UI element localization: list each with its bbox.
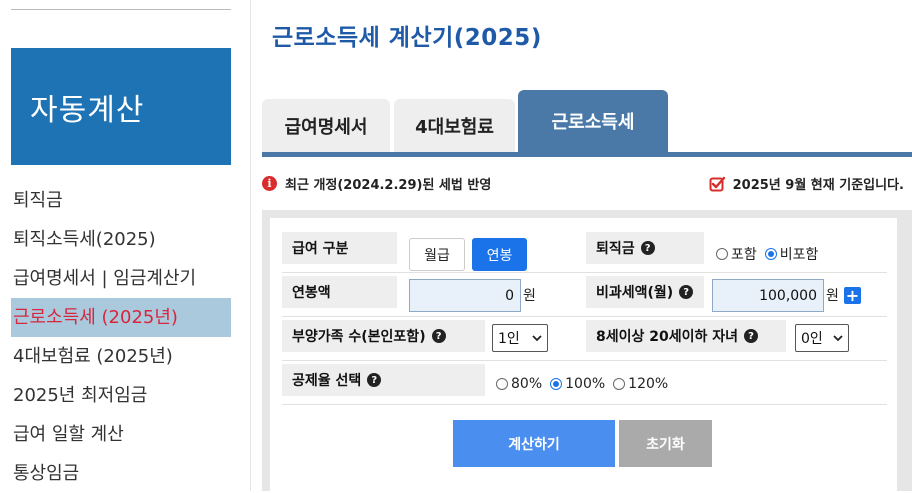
deduction-rate-label-text: 공제율 선택 [292,373,362,389]
main-content: 근로소득세 계산기(2025) 급여명세서 4대보험료 근로소득세 i 최근 개… [262,0,912,491]
sidebar-divider [11,9,231,10]
notice-left: i 최근 개정(2024.2.29)된 세법 반영 [262,174,491,193]
tab-underline [262,152,912,157]
nontaxable-label: 비과세액(월) ? [586,276,704,308]
chevron-down-icon [833,335,843,342]
dependents-select[interactable]: 1인 [492,324,548,352]
radio-icon[interactable] [496,378,508,390]
add-icon[interactable]: + [844,287,861,304]
form-row-deduction: 공제율 선택 ? 80% 100% 120% [282,362,887,405]
nontaxable-label-text: 비과세액(월) [596,285,674,301]
calculator-form: 급여 구분 월급 연봉 퇴직금 ? 포함 비포함 연봉액 0 원 비과세액(월)… [270,218,897,491]
help-icon[interactable]: ? [640,241,655,255]
sidebar-item-income-tax[interactable]: 근로소득세 (2025년) [11,298,231,337]
sidebar-item-daily-pay[interactable]: 급여 일할 계산 [11,415,231,454]
annual-salary-input[interactable] [409,279,521,312]
radio-icon[interactable] [716,248,728,260]
severance-exclude-label: 비포함 [779,247,819,263]
severance-options: 포함 비포함 [716,244,826,264]
rate-80-option[interactable]: 80% [496,376,542,392]
severance-label: 퇴직금 ? [586,232,704,264]
sidebar-item-min-wage[interactable]: 2025년 최저임금 [11,376,231,415]
rate-100-option[interactable]: 100% [550,376,605,392]
annual-button[interactable]: 연봉 [472,238,527,271]
form-row-salary: 연봉액 원 비과세액(월) ? 원 + [282,274,887,317]
sidebar-brand-label: 자동계산 [30,92,145,128]
deduction-rate-label: 공제율 선택 ? [282,364,485,396]
children-select-value: 0인 [801,331,823,347]
chevron-down-icon [532,335,542,342]
help-icon[interactable]: ? [367,373,382,387]
help-icon[interactable]: ? [744,329,759,343]
monthly-button[interactable]: 월급 [409,238,465,271]
tab-income-tax[interactable]: 근로소득세 [518,90,668,152]
children-label-text: 8세이상 20세이하 자녀 [596,329,739,345]
sidebar-item-insurance[interactable]: 4대보험료 (2025년) [11,337,231,376]
sidebar-brand[interactable]: 자동계산 [11,48,231,165]
sidebar-item-ordinary-wage[interactable]: 통상임금 [11,454,231,493]
deduction-rate-options: 80% 100% 120% [496,376,676,392]
notice-right: 2025년 9월 현재 기준입니다. [709,174,904,193]
form-row-family: 부양가족 수(본인포함) ? 1인 8세이상 20세이하 자녀 ? 0인 [282,318,887,361]
annual-salary-label: 연봉액 [282,276,397,308]
severance-include-label: 포함 [731,247,757,263]
nontaxable-unit: 원 [826,288,839,304]
help-icon[interactable]: ? [431,329,446,343]
sidebar-item-payslip[interactable]: 급여명세서 | 임금계산기 [11,259,231,298]
info-icon: i [262,176,277,191]
sidebar-item-severance-tax[interactable]: 퇴직소득세(2025) [11,220,231,259]
dependents-label: 부양가족 수(본인포함) ? [282,320,485,352]
reset-button[interactable]: 초기화 [619,420,712,467]
dependents-select-value: 1인 [498,331,520,347]
severance-include-option[interactable]: 포함 [716,244,757,264]
sidebar-menu: 퇴직금 퇴직소득세(2025) 급여명세서 | 임금계산기 근로소득세 (202… [11,181,231,493]
notice-right-text: 2025년 9월 현재 기준입니다. [732,178,904,193]
nontaxable-input[interactable] [712,279,824,312]
sidebar: 자동계산 퇴직금 퇴직소득세(2025) 급여명세서 | 임금계산기 근로소득세… [0,0,251,491]
children-select[interactable]: 0인 [795,324,849,352]
children-label: 8세이상 20세이하 자녀 ? [586,320,786,352]
notice-bar: i 최근 개정(2024.2.29)된 세법 반영 2025년 9월 현재 기준… [262,174,912,194]
rate-80-label: 80% [511,376,543,392]
tab-bar: 급여명세서 4대보험료 근로소득세 [262,90,912,157]
form-row-pay-type: 급여 구분 월급 연봉 퇴직금 ? 포함 비포함 [282,230,887,273]
tab-payslip[interactable]: 급여명세서 [262,99,390,152]
sidebar-item-severance[interactable]: 퇴직금 [11,181,231,220]
checkbox-checked-icon [709,176,725,191]
annual-salary-label-text: 연봉액 [292,285,331,301]
tab-insurance[interactable]: 4대보험료 [394,99,515,152]
help-icon[interactable]: ? [679,285,694,299]
dependents-label-text: 부양가족 수(본인포함) [292,329,426,345]
calculator-panel: 급여 구분 월급 연봉 퇴직금 ? 포함 비포함 연봉액 0 원 비과세액(월)… [262,210,912,491]
radio-icon[interactable] [613,378,626,390]
severance-label-text: 퇴직금 [596,241,635,257]
pay-type-label-text: 급여 구분 [292,241,349,257]
notice-left-text: 최근 개정(2024.2.29)된 세법 반영 [285,178,492,193]
page-title: 근로소득세 계산기(2025) [272,25,542,51]
rate-120-option[interactable]: 120% [613,376,668,392]
pay-type-label: 급여 구분 [282,232,397,264]
rate-100-label: 100% [565,376,606,392]
rate-120-label: 120% [628,376,669,392]
radio-selected-icon[interactable] [550,378,563,390]
annual-salary-unit: 원 [523,288,536,304]
radio-selected-icon[interactable] [764,248,777,260]
calculate-button[interactable]: 계산하기 [453,420,615,467]
severance-exclude-option[interactable]: 비포함 [764,244,819,264]
